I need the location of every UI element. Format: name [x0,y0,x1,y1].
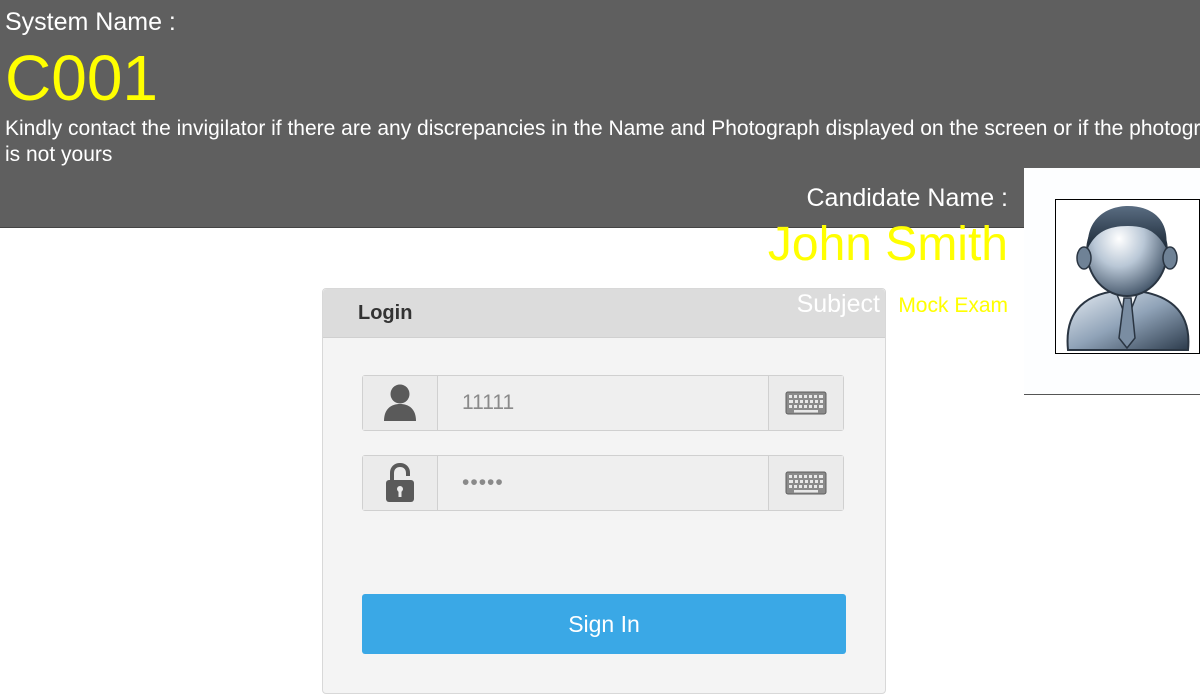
candidate-photo-card [1024,168,1200,395]
subject-label: Subject : [796,290,894,318]
keyboard-icon [785,471,827,495]
username-keyboard-button[interactable] [768,376,843,430]
candidate-photo [1055,199,1200,354]
username-input[interactable] [438,376,768,430]
system-name-value: C001 [5,42,158,114]
username-icon-box [363,376,438,430]
header-bar: System Name : C001 Kindly contact the in… [0,0,1200,271]
sign-in-button[interactable]: Sign In [362,594,846,654]
password-field [362,455,844,511]
password-keyboard-button[interactable] [768,456,843,510]
password-input[interactable] [438,456,768,510]
candidate-name-value: John Smith [767,218,1008,271]
user-avatar-icon [1066,206,1190,351]
login-title: Login [358,302,413,324]
user-icon [384,384,416,421]
subject-value: Mock Exam [898,294,1008,317]
keyboard-icon [785,391,827,415]
username-field [362,375,844,431]
login-panel: Login 11111 ••••• Sign In [322,288,886,694]
system-name-label: System Name : [5,8,176,36]
invigilator-notice: Kindly contact the invigilator if there … [5,117,1200,166]
subject-line: Subject : Mock Exam [797,290,1008,319]
lock-icon [386,462,414,502]
password-icon-box [363,456,438,510]
candidate-name-label: Candidate Name : [806,184,1008,212]
